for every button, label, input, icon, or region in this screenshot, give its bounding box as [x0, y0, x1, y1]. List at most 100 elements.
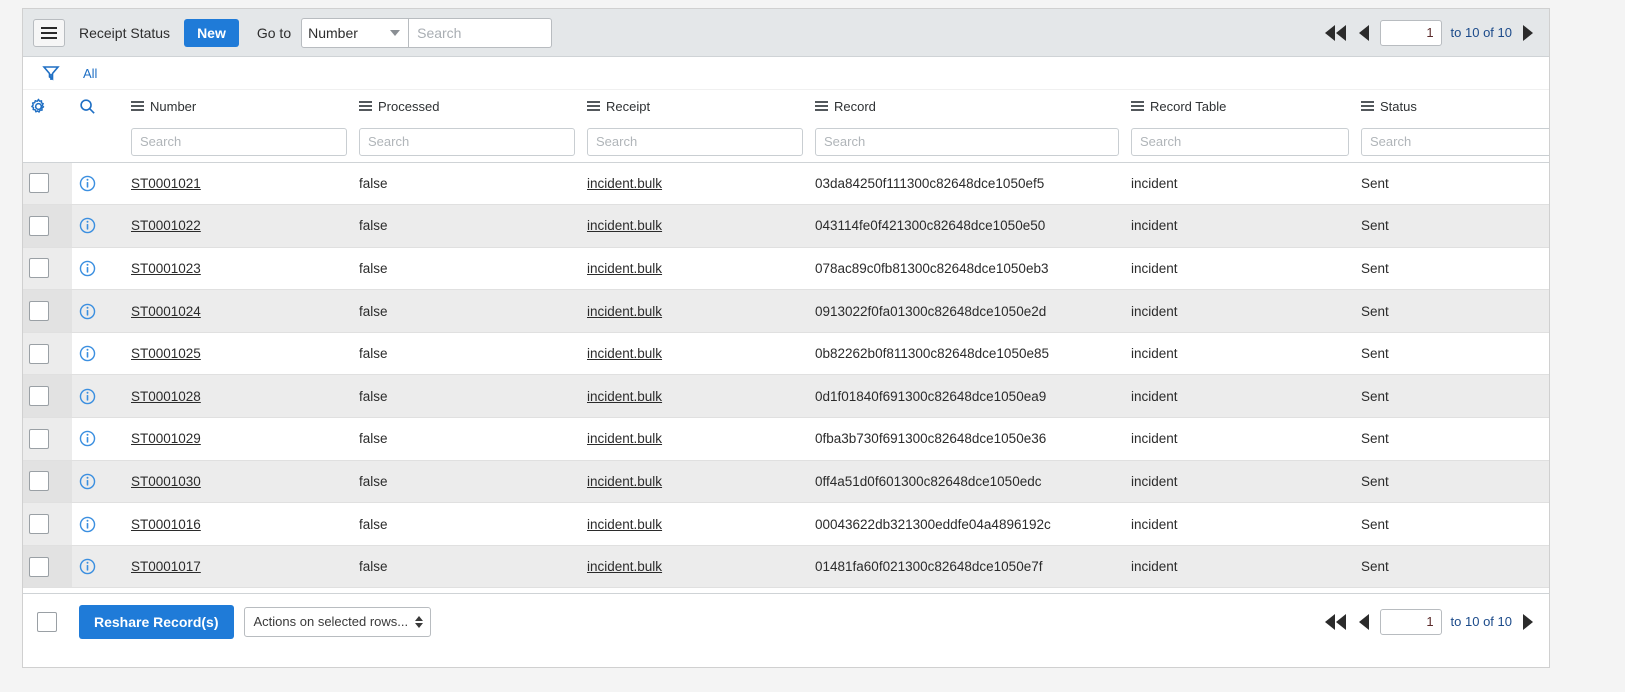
- info-icon[interactable]: [78, 557, 97, 576]
- receipt-link[interactable]: incident.bulk: [587, 517, 662, 532]
- table-row[interactable]: ST0001028 false incident.bulk 0d1f01840f691…: [23, 374, 1549, 419]
- breadcrumb[interactable]: All: [83, 66, 97, 81]
- gear-icon[interactable]: [29, 97, 72, 116]
- receipt-link[interactable]: incident.bulk: [587, 218, 662, 233]
- filter-funnel-icon[interactable]: [41, 63, 61, 83]
- filter-cell-receipt: [581, 122, 809, 163]
- table-row[interactable]: ST0001029 false incident.bulk 0fba3b730f691…: [23, 417, 1549, 461]
- actions-on-selected-rows-select[interactable]: Actions on selected rows...: [243, 606, 432, 637]
- prev-page-icon[interactable]: [1357, 612, 1371, 632]
- table-row[interactable]: ST0001016 false incident.bulk 00043622db321…: [23, 502, 1549, 546]
- column-search-receipt[interactable]: [587, 127, 803, 156]
- search-icon[interactable]: [78, 97, 125, 116]
- goto-field-select[interactable]: Number: [301, 17, 410, 48]
- row-checkbox[interactable]: [29, 173, 49, 194]
- goto-search-input[interactable]: [409, 17, 553, 48]
- column-search-record[interactable]: [815, 127, 1119, 156]
- table-row[interactable]: ST0001022 false incident.bulk 043114fe0f421…: [23, 204, 1549, 248]
- cell-processed: false: [353, 332, 581, 376]
- search-toggle-cell: [72, 90, 125, 122]
- row-checkbox[interactable]: [29, 514, 49, 535]
- record-number-link[interactable]: ST0001025: [131, 346, 201, 361]
- info-icon[interactable]: [78, 302, 97, 321]
- table-row[interactable]: ST0001025 false incident.bulk 0b82262b0f811…: [23, 332, 1549, 376]
- receipt-link[interactable]: incident.bulk: [587, 346, 662, 361]
- record-number-link[interactable]: ST0001021: [131, 176, 201, 191]
- row-checkbox[interactable]: [29, 301, 49, 322]
- next-page-icon[interactable]: [1521, 612, 1535, 632]
- filter-cell-number: [125, 122, 353, 163]
- row-checkbox[interactable]: [29, 471, 49, 492]
- cell-processed: false: [353, 502, 581, 546]
- column-header-number[interactable]: Number: [125, 90, 353, 122]
- row-checkbox[interactable]: [29, 215, 49, 236]
- cell-record: 043114fe0f421300c82648dce1050e50: [809, 204, 1125, 248]
- record-number-link[interactable]: ST0001029: [131, 431, 201, 446]
- record-number-link[interactable]: ST0001017: [131, 559, 201, 574]
- record-number-link[interactable]: ST0001024: [131, 304, 201, 319]
- table-row[interactable]: ST0001030 false incident.bulk 0ff4a51d0f601…: [23, 460, 1549, 504]
- info-icon[interactable]: [78, 515, 97, 534]
- page-number-input[interactable]: [1379, 608, 1442, 635]
- first-page-icon[interactable]: [1323, 612, 1348, 632]
- record-number-link[interactable]: ST0001028: [131, 389, 201, 404]
- column-header-record[interactable]: Record: [809, 90, 1125, 122]
- receipt-link[interactable]: incident.bulk: [587, 559, 662, 574]
- info-icon[interactable]: [78, 387, 97, 406]
- table-row[interactable]: ST0001017 false incident.bulk 01481fa60f021…: [23, 545, 1549, 589]
- info-icon[interactable]: [78, 472, 97, 491]
- row-checkbox[interactable]: [29, 258, 49, 279]
- record-number-link[interactable]: ST0001030: [131, 474, 201, 489]
- receipt-link[interactable]: incident.bulk: [587, 261, 662, 276]
- page-number-input[interactable]: [1379, 19, 1442, 46]
- record-number-link[interactable]: ST0001023: [131, 261, 201, 276]
- row-checkbox[interactable]: [29, 556, 49, 577]
- table-row[interactable]: ST0001024 false incident.bulk 0913022f0fa01…: [23, 289, 1549, 333]
- info-icon[interactable]: [78, 216, 97, 235]
- column-header-processed[interactable]: Processed: [353, 90, 581, 122]
- record-number-link[interactable]: ST0001022: [131, 218, 201, 233]
- cell-record: 0913022f0fa01300c82648dce1050e2d: [809, 289, 1125, 333]
- cell-status: Sent: [1355, 460, 1549, 504]
- receipt-link[interactable]: incident.bulk: [587, 389, 662, 404]
- record-number-link[interactable]: ST0001016: [131, 517, 201, 532]
- column-search-number[interactable]: [131, 127, 347, 156]
- receipt-link[interactable]: incident.bulk: [587, 176, 662, 191]
- cell-record: 078ac89c0fb81300c82648dce1050eb3: [809, 247, 1125, 291]
- row-checkbox[interactable]: [29, 386, 49, 407]
- goto-field-value: Number: [308, 24, 358, 41]
- cell-record: 0fba3b730f691300c82648dce1050e36: [809, 417, 1125, 461]
- row-info-cell: [72, 417, 125, 461]
- column-search-processed[interactable]: [359, 127, 575, 156]
- column-header-status[interactable]: Status: [1355, 90, 1549, 122]
- info-icon[interactable]: [78, 429, 97, 448]
- receipt-link[interactable]: incident.bulk: [587, 304, 662, 319]
- new-button[interactable]: New: [184, 18, 239, 47]
- table-row[interactable]: ST0001023 false incident.bulk 078ac89c0fb81…: [23, 247, 1549, 291]
- cell-receipt: incident.bulk: [581, 162, 809, 206]
- reshare-records-button[interactable]: Reshare Record(s): [79, 604, 234, 639]
- receipt-link[interactable]: incident.bulk: [587, 431, 662, 446]
- column-header-record-table[interactable]: Record Table: [1125, 90, 1355, 122]
- info-icon[interactable]: [78, 344, 97, 363]
- receipt-link[interactable]: incident.bulk: [587, 474, 662, 489]
- cell-number: ST0001028: [125, 374, 353, 419]
- row-checkbox[interactable]: [29, 343, 49, 364]
- select-all-checkbox-footer[interactable]: [37, 611, 57, 632]
- cell-number: ST0001030: [125, 460, 353, 504]
- prev-page-icon[interactable]: [1357, 23, 1371, 43]
- hamburger-icon[interactable]: [33, 18, 65, 47]
- info-icon[interactable]: [78, 259, 97, 278]
- cell-number: ST0001016: [125, 502, 353, 546]
- table-row[interactable]: ST0001021 false incident.bulk 03da84250f111…: [23, 162, 1549, 206]
- row-checkbox[interactable]: [29, 428, 49, 449]
- cell-record: 00043622db321300eddfe04a4896192c: [809, 502, 1125, 546]
- column-header-receipt[interactable]: Receipt: [581, 90, 809, 122]
- info-icon[interactable]: [78, 174, 97, 193]
- column-search-record-table[interactable]: [1131, 127, 1349, 156]
- cell-receipt: incident.bulk: [581, 247, 809, 291]
- column-header-label: Number: [150, 98, 197, 114]
- next-page-icon[interactable]: [1521, 23, 1535, 43]
- first-page-icon[interactable]: [1323, 23, 1348, 43]
- column-search-status[interactable]: [1361, 127, 1549, 156]
